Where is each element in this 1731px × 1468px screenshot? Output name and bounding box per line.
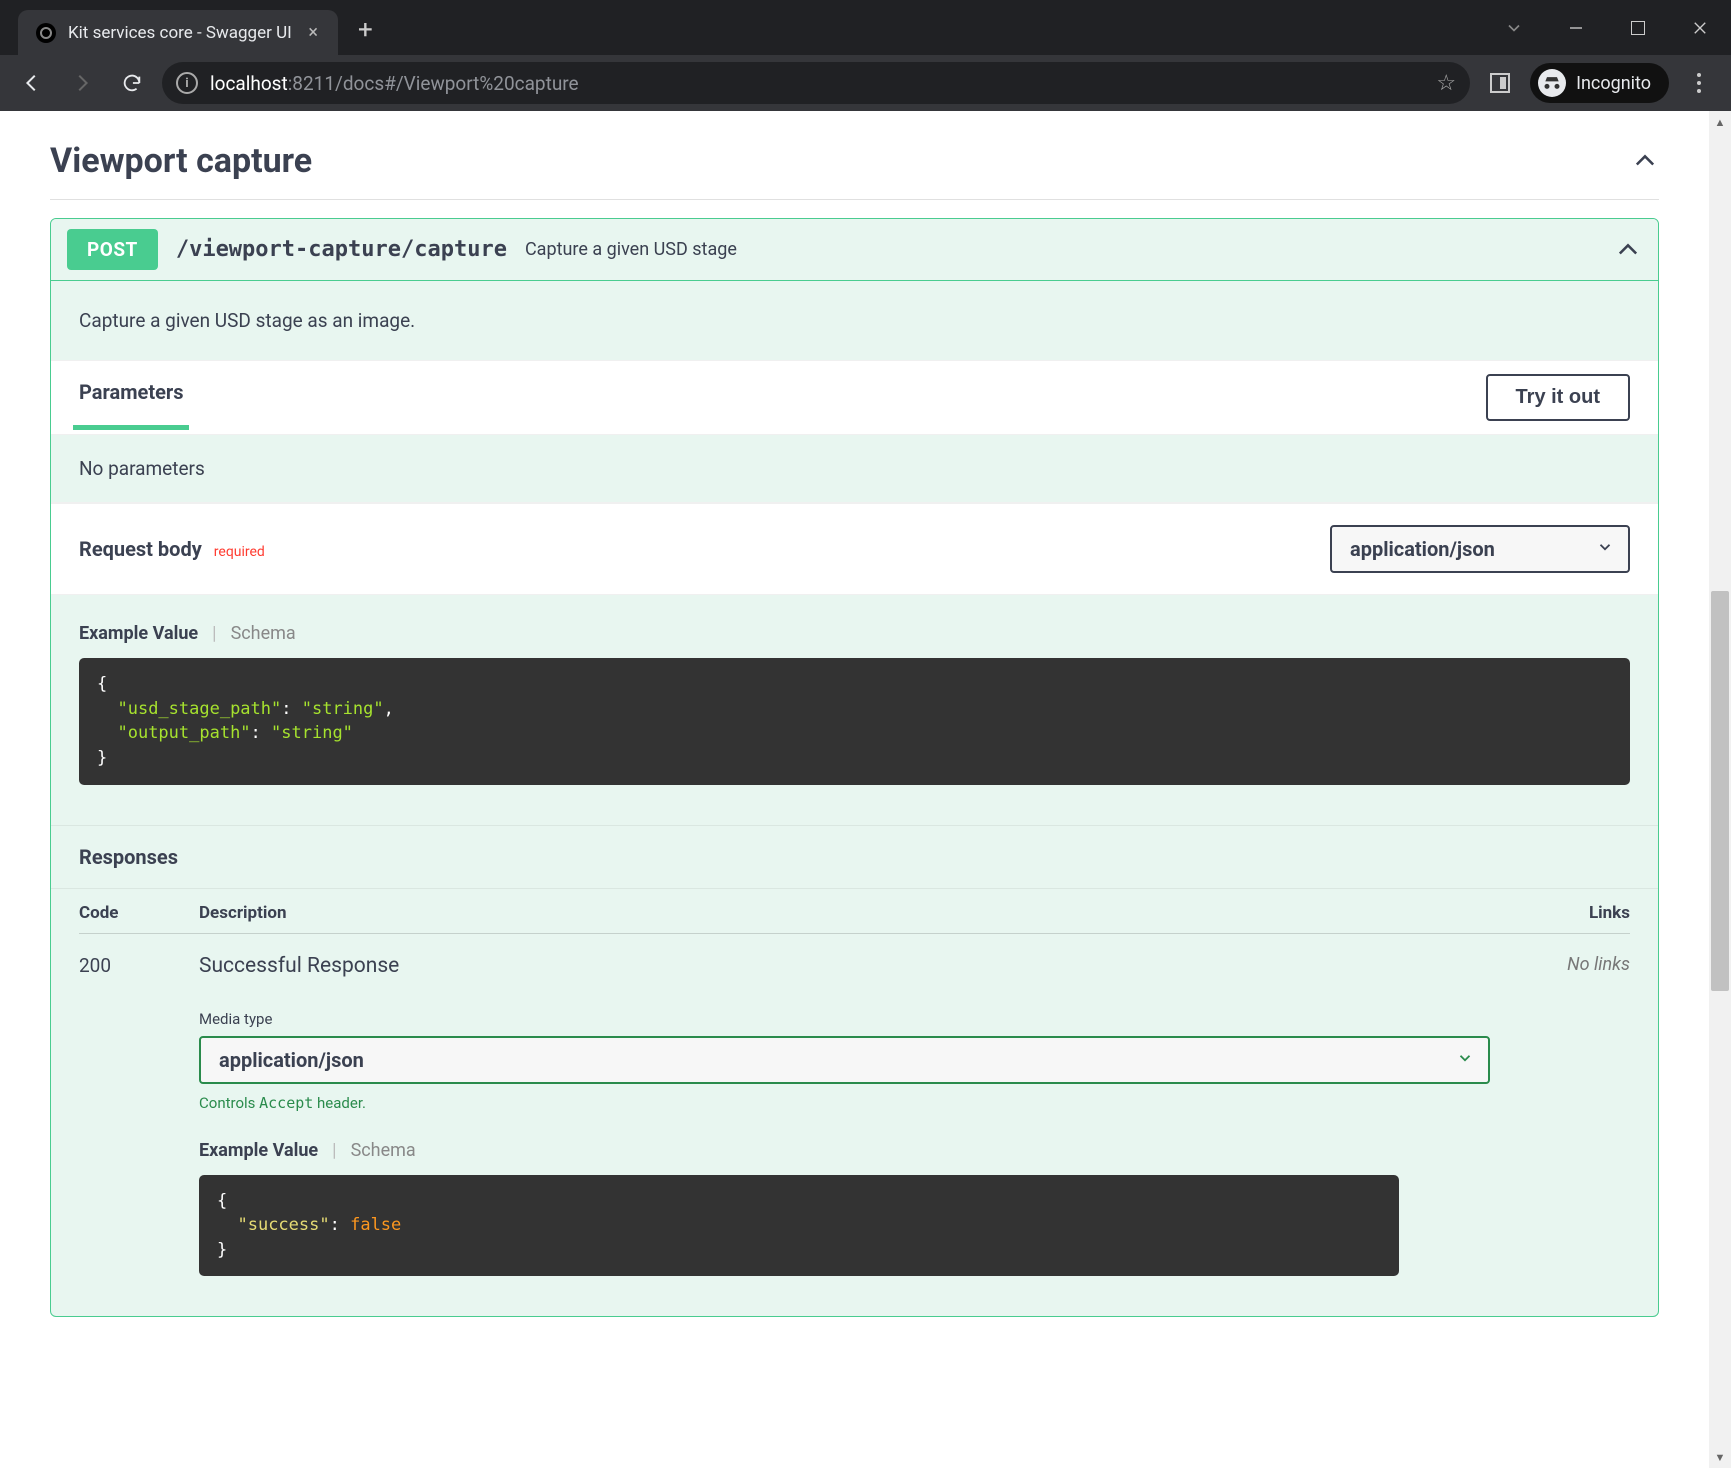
response-code: 200 [79,954,199,1277]
accept-header-note: Controls Accept header. [199,1094,1490,1112]
site-info-icon[interactable]: i [176,72,198,94]
side-panel-icon[interactable] [1480,63,1520,103]
request-body-code: { "usd_stage_path": "string", "output_pa… [79,658,1630,785]
vertical-scrollbar[interactable]: ▲ ▼ [1709,111,1731,1468]
browser-chrome: Kit services core - Swagger UI × + i loc [0,0,1731,111]
back-button[interactable] [12,63,52,103]
page-viewport: ▲ ▼ Viewport capture POST /viewport-capt… [0,111,1731,1468]
browser-tab[interactable]: Kit services core - Swagger UI × [18,10,338,55]
tab-schema[interactable]: Schema [231,623,296,644]
tab-separator: | [332,1140,336,1161]
tab-favicon-icon [36,23,56,43]
col-description: Description [199,903,1490,923]
chevron-up-icon [1614,236,1642,264]
operation-block: POST /viewport-capture/capture Capture a… [50,218,1659,1317]
forward-button[interactable] [62,63,102,103]
response-body-code: { "success": false } [199,1175,1399,1277]
tag-header[interactable]: Viewport capture [50,111,1659,200]
url-text: localhost:8211/docs#/Viewport%20capture [210,72,579,95]
new-tab-button[interactable]: + [338,5,393,55]
tab-title: Kit services core - Swagger UI [68,23,292,43]
response-example-tabs: Example Value | Schema [199,1112,1490,1175]
request-body-label: Request body [79,537,202,561]
window-minimize-button[interactable] [1545,8,1607,48]
tab-example-value[interactable]: Example Value [199,1140,318,1161]
window-maximize-button[interactable] [1607,8,1669,48]
scrollbar-thumb[interactable] [1711,591,1729,991]
swagger-content: Viewport capture POST /viewport-capture/… [0,111,1709,1317]
browser-menu-button[interactable] [1679,73,1719,93]
incognito-icon [1538,69,1566,97]
col-links: Links [1490,903,1630,923]
tab-example-value[interactable]: Example Value [79,623,198,644]
bookmark-star-icon[interactable]: ☆ [1436,71,1456,96]
browser-toolbar: i localhost:8211/docs#/Viewport%20captur… [0,55,1731,111]
reload-button[interactable] [112,63,152,103]
response-links: No links [1490,954,1630,1277]
address-bar[interactable]: i localhost:8211/docs#/Viewport%20captur… [162,62,1470,104]
endpoint-summary: Capture a given USD stage [525,239,737,260]
tab-close-icon[interactable]: × [304,22,322,43]
incognito-label: Incognito [1576,73,1651,94]
responses-label: Responses [51,825,1658,889]
window-controls [1483,0,1731,55]
response-mime-value: application/json [219,1048,364,1072]
scrollbar-up-arrow-icon[interactable]: ▲ [1709,111,1731,133]
scrollbar-down-arrow-icon[interactable]: ▼ [1709,1446,1731,1468]
chevron-down-icon [1456,1048,1474,1072]
try-it-out-button[interactable]: Try it out [1486,374,1630,421]
endpoint-path: /viewport-capture/capture [176,237,507,262]
no-parameters-text: No parameters [51,435,1658,502]
col-code: Code [79,903,199,923]
operation-summary[interactable]: POST /viewport-capture/capture Capture a… [51,219,1658,281]
incognito-chip[interactable]: Incognito [1530,63,1669,103]
responses-table: Code Description Links 200 Successful Re… [51,889,1658,1317]
chevron-up-icon [1631,147,1659,175]
media-type-label: Media type [199,1010,1490,1028]
tab-schema[interactable]: Schema [351,1140,416,1161]
response-description: Successful Response [199,954,1490,978]
response-mime-select[interactable]: application/json [199,1036,1490,1084]
request-mime-select[interactable]: application/json [1330,525,1630,573]
tab-search-chevron-icon[interactable] [1483,8,1545,48]
http-method-badge: POST [67,229,158,270]
tab-separator: | [212,623,216,644]
request-mime-value: application/json [1350,537,1495,561]
operation-body: Capture a given USD stage as an image. P… [51,281,1658,1316]
response-row: 200 Successful Response Media type appli… [79,934,1630,1277]
request-example-tabs: Example Value | Schema [51,595,1658,658]
window-close-button[interactable] [1669,8,1731,48]
request-body-bar: Request body required application/json [51,502,1658,595]
tag-title: Viewport capture [50,141,312,181]
parameters-label: Parameters [79,380,183,416]
operation-description: Capture a given USD stage as an image. [51,281,1658,360]
responses-head: Code Description Links [79,903,1630,934]
required-badge: required [214,544,265,560]
parameters-bar: Parameters Try it out [51,360,1658,435]
chevron-down-icon [1596,537,1614,561]
tab-strip: Kit services core - Swagger UI × + [0,0,1731,55]
